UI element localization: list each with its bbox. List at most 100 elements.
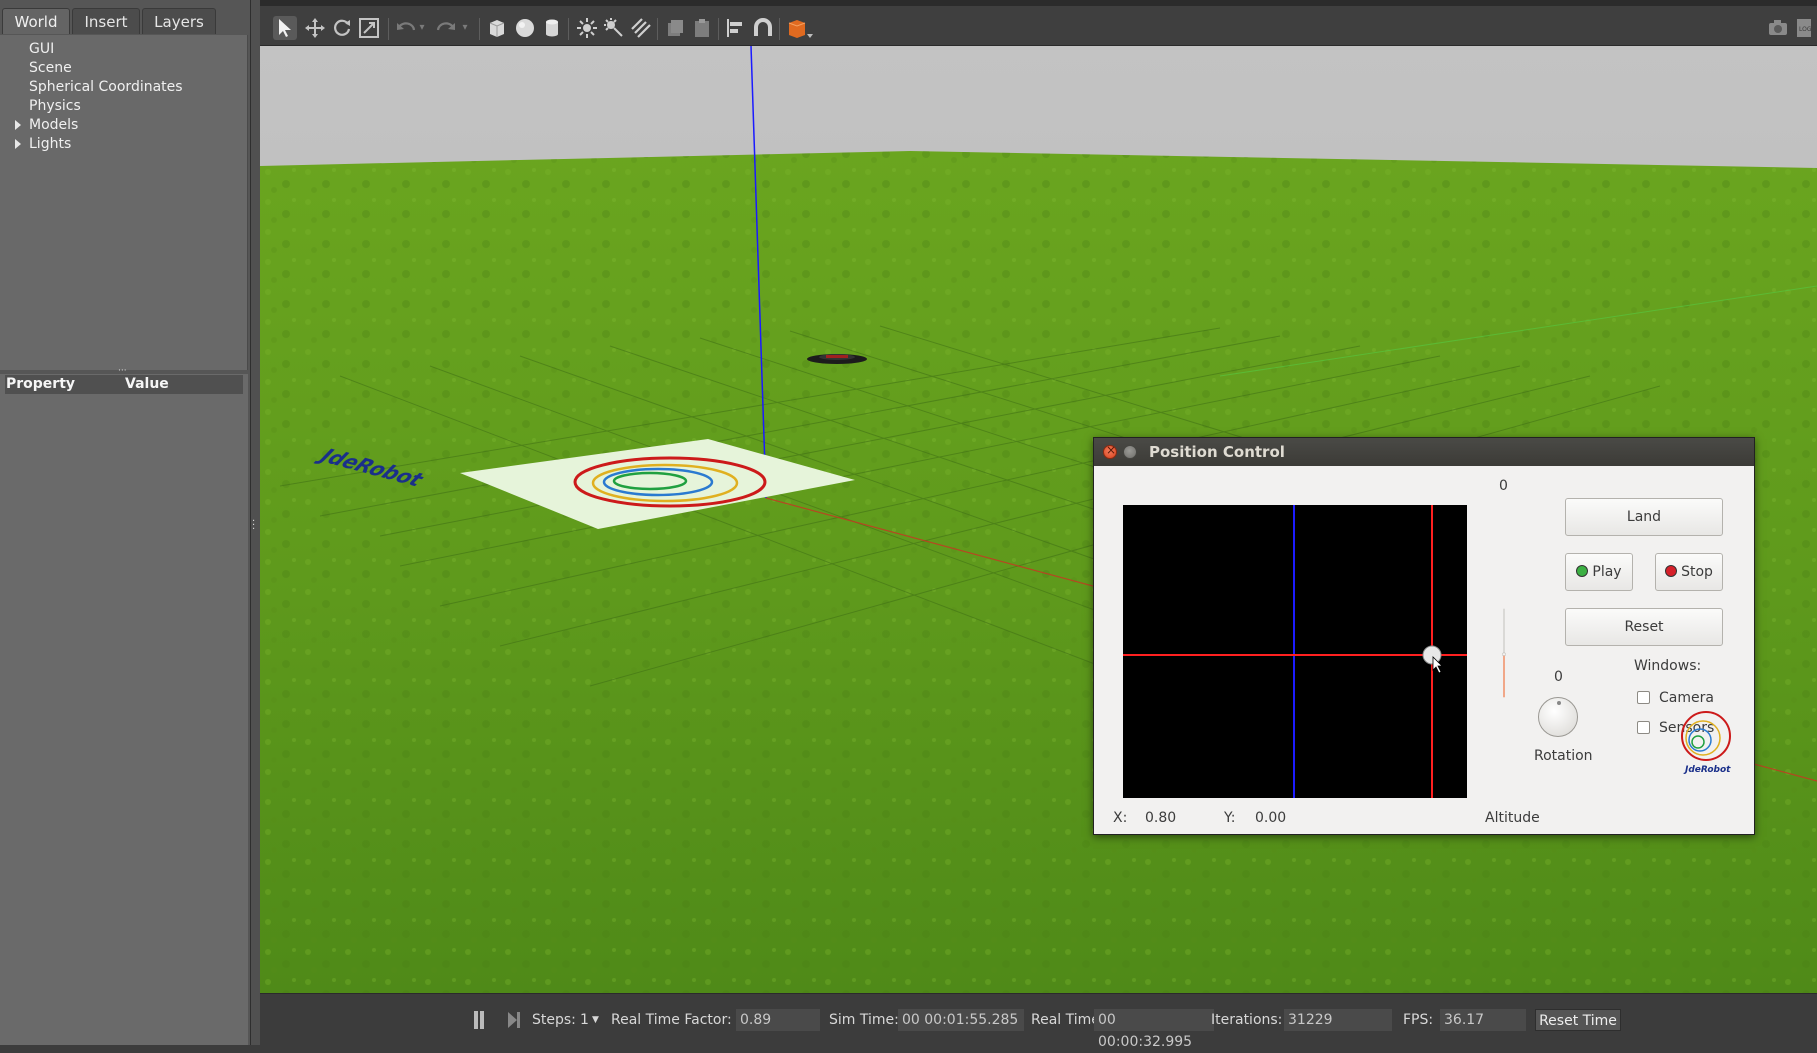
x-value: 0.80 [1145,810,1177,826]
translate-icon[interactable] [303,16,327,40]
minimize-icon[interactable] [1123,445,1137,459]
stop-button[interactable]: Stop [1655,553,1723,591]
splitter-grip-icon[interactable]: ··· [118,367,132,376]
toolbar-separator [479,18,480,40]
undo-history-icon[interactable]: ▾ [415,16,429,40]
rotation-dial[interactable] [1538,697,1578,737]
tab-insert[interactable]: Insert [72,8,140,34]
windows-label: Windows: [1634,658,1702,674]
sim-time-value: 00 00:01:55.285 [898,1009,1024,1031]
play-led-icon [1576,565,1589,577]
paste-icon[interactable] [690,16,714,40]
tree-item-models[interactable]: Models [15,116,79,135]
real-time-factor-value: 0.89 [736,1009,820,1031]
toolbar-separator [657,18,658,40]
select-icon[interactable] [273,16,297,40]
rotation-value: 0 [1554,669,1563,685]
redo-history-icon[interactable]: ▾ [458,16,472,40]
iterations-value: 31229 [1284,1009,1392,1031]
step-icon[interactable] [507,1011,521,1029]
change-view-icon[interactable] [785,16,815,40]
property-header: Property Value [5,375,243,394]
sensors-checkbox[interactable] [1637,721,1650,734]
fps-label: FPS: [1403,1012,1434,1028]
tab-layers[interactable]: Layers [142,8,216,34]
tree-item-physics[interactable]: Physics [29,97,81,116]
position-control-window: Position Control X: 0.80 Y: 0.00 0 Altit… [1093,437,1755,835]
toolbar-separator [388,18,389,40]
steps-label: Steps: [532,1012,576,1028]
left-panel-resize-handle[interactable]: · · · [250,0,260,1045]
altitude-label: Altitude [1485,810,1540,826]
tree-item-spherical-coordinates[interactable]: Spherical Coordinates [29,78,183,97]
reset-time-button[interactable]: Reset Time [1535,1009,1621,1031]
tree-item-label: Models [29,117,79,133]
tree-item-scene[interactable]: Scene [29,59,72,78]
tree-item-gui[interactable]: GUI [29,40,54,59]
steps-value[interactable]: 1 [580,1010,589,1030]
point-light-icon[interactable] [575,16,599,40]
altitude-slider[interactable] [1502,498,1506,808]
svg-text:JdeRobot: JdeRobot [1683,765,1731,775]
expand-arrow-icon[interactable] [15,120,21,130]
close-icon[interactable] [1103,443,1117,459]
pause-icon[interactable] [472,1011,486,1029]
status-bar: Steps: 1 ▼ Real Time Factor: 0.89 Sim Ti… [260,993,1817,1050]
toolbar-separator [568,18,569,40]
rotation-label: Rotation [1534,748,1593,764]
real-time-value: 00 00:00:32.995 [1094,1009,1214,1050]
copy-icon[interactable] [663,16,687,40]
directional-light-icon[interactable] [629,16,653,40]
tree-item-lights[interactable]: Lights [15,135,72,154]
stop-led-icon [1665,565,1678,577]
drone-model [807,354,867,364]
world-tree: GUI Scene Spherical Coordinates Physics … [0,35,248,370]
sim-time-label: Sim Time: [829,1012,899,1028]
screenshot-icon[interactable] [1766,16,1790,40]
align-icon[interactable] [724,16,748,40]
spot-light-icon[interactable] [602,16,626,40]
tab-world[interactable]: World [2,8,70,34]
dialog-title: Position Control [1149,443,1285,461]
left-panel: World Insert Layers GUI Scene Spherical … [0,0,250,1045]
box-icon[interactable] [485,16,509,40]
gazebo-window: World Insert Layers GUI Scene Spherical … [0,0,1817,1050]
property-column-header[interactable]: Property [6,375,75,394]
land-button[interactable]: Land [1565,498,1723,536]
expand-arrow-icon[interactable] [15,139,21,149]
y-label: Y: [1224,810,1236,826]
toolbar-separator [779,18,780,40]
steps-dropdown-icon[interactable]: ▼ [592,1010,599,1030]
value-column-header[interactable]: Value [125,375,169,394]
property-pane: Property Value [0,374,248,1045]
toolbar-separator [718,18,719,40]
rotate-icon[interactable] [330,16,354,40]
snap-icon[interactable] [751,16,775,40]
xy-control-pad[interactable] [1123,505,1467,798]
svg-text:LOG: LOG [1799,26,1812,33]
scale-icon[interactable] [357,16,381,40]
x-label: X: [1113,810,1128,826]
pad-handle [1422,645,1442,665]
resize-grip-icon: · · · [252,516,256,535]
iterations-label: Iterations: [1211,1012,1283,1028]
camera-checkbox-label[interactable]: Camera [1659,690,1714,706]
altitude-value: 0 [1499,478,1508,494]
real-time-factor-label: Real Time Factor: [611,1012,732,1028]
toolbar: ▾ ▾ LOG [260,0,1817,46]
sphere-icon[interactable] [513,16,537,40]
camera-checkbox[interactable] [1637,691,1650,704]
reset-button[interactable]: Reset [1565,608,1723,646]
stop-button-label: Stop [1681,564,1713,580]
jderobot-logo: JdeRobot [1678,710,1734,776]
play-button-label: Play [1592,564,1622,580]
dialog-titlebar[interactable]: Position Control [1094,438,1754,466]
play-button[interactable]: Play [1565,553,1633,591]
redo-icon[interactable] [434,16,458,40]
fps-value: 36.17 [1440,1009,1526,1031]
tree-item-label: Lights [29,136,72,152]
left-panel-tabs: World Insert Layers [0,8,250,34]
cylinder-icon[interactable] [540,16,564,40]
y-value: 0.00 [1255,810,1287,826]
log-icon[interactable]: LOG [1792,16,1816,40]
